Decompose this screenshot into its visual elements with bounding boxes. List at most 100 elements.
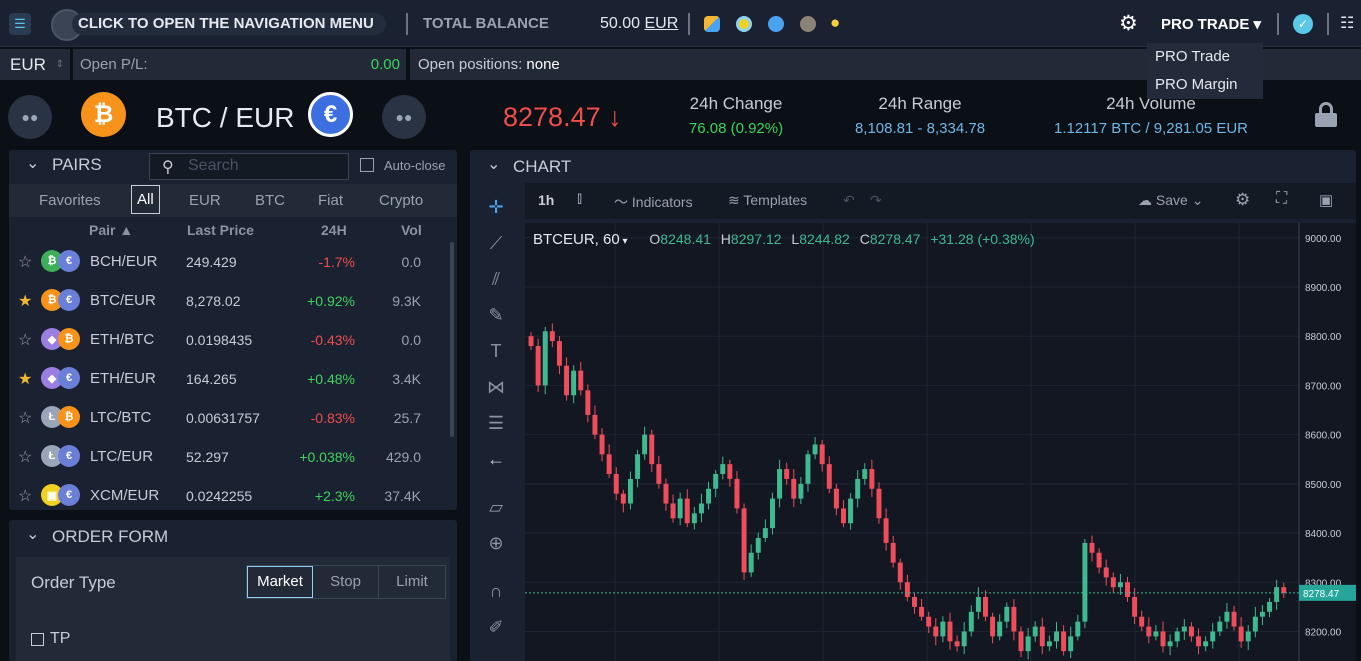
pair-row[interactable]: ★ ◆ € ETH/EUR 164.265 +0.48% 3.4K [9,359,449,398]
pair-row[interactable]: ★ ₿ € BTC/EUR 8,278.02 +0.92% 9.3K [9,281,449,320]
candlestick-chart[interactable]: 9000.00 8900.00 8800.00 8700.00 8600.00 8500.… [525,223,1356,661]
globe-icon[interactable] [768,16,784,32]
order-type-market[interactable]: Market [247,566,313,598]
indicators-button[interactable]: 〜 Indicators [614,192,693,212]
star-icon[interactable]: ☆ [18,486,32,506]
trade-mode-dropdown[interactable]: PRO TRADE ▾ [1161,15,1261,33]
chevron-down-icon[interactable]: ⌄ [26,524,39,544]
crosshair-icon[interactable]: ✛ [484,195,508,219]
pair-row[interactable]: ☆ Ł ₿ LTC/BTC 0.00631757 -0.83% 25.7 [9,398,449,437]
star-icon[interactable]: ☆ [18,252,32,272]
undo-icon[interactable]: ↶ [843,192,855,209]
coin-icon[interactable] [736,16,752,32]
column-pair[interactable]: Pair ▲ [89,222,133,238]
lock-icon[interactable] [1314,102,1338,128]
apps-icon[interactable] [704,16,720,32]
column-24h[interactable]: 24H [321,222,347,238]
candle [734,478,740,509]
symbol-label[interactable]: BTCEUR, 60 [533,231,620,248]
interval-button[interactable]: 1h [538,192,554,208]
candle [1032,626,1038,637]
verified-icon[interactable]: ✓ [1293,14,1313,34]
candle [564,365,570,396]
gear-icon[interactable]: ⚙ [1119,11,1138,36]
fullscreen-icon[interactable]: ⛶ [1276,190,1287,208]
candle-type-icon[interactable]: ⫾ [577,190,582,208]
chart-plot[interactable]: 9000.00 8900.00 8800.00 8700.00 8600.00 8500.… [525,223,1356,661]
order-type-limit[interactable]: Limit [379,566,445,598]
text-icon[interactable]: T [484,339,508,363]
templates-button[interactable]: ≋ Templates [728,192,807,209]
save-button[interactable]: ☁ Save ⌄ [1138,192,1203,209]
menu-icon[interactable]: ☰ [9,13,31,35]
pair-row[interactable]: ☆ Ł € LTC/EUR 52.297 +0.038% 429.0 [9,437,449,476]
zoom-in-icon[interactable]: ⊕ [484,531,508,555]
tab-btc[interactable]: BTC [255,184,285,217]
tab-fiat[interactable]: Fiat [318,184,343,217]
menu-item-pro-trade[interactable]: PRO Trade [1147,43,1263,71]
fib-icon[interactable]: ⫽ [484,267,508,291]
navigation-menu-button[interactable]: CLICK TO OPEN THE NAVIGATION MENU [72,13,386,35]
order-type-stop[interactable]: Stop [313,566,379,598]
star-icon[interactable]: ★ [18,369,32,389]
lightbulb-icon[interactable]: ● [830,13,840,33]
star-icon[interactable]: ☆ [18,408,32,428]
chevron-down-icon[interactable]: ⌄ [487,154,500,174]
redo-icon[interactable]: ↷ [870,192,882,209]
star-icon[interactable]: ☆ [18,330,32,350]
lock-drawing-icon[interactable]: ✐ [484,615,508,639]
pair-name: LTC/EUR [90,448,154,465]
camera-icon[interactable]: ▣ [1319,191,1333,209]
chevron-down-icon[interactable]: ⌄ [26,153,39,173]
candle [649,434,655,465]
autoclose-checkbox[interactable] [360,158,374,172]
indicators-icon: 〜 [614,194,628,210]
tab-eur[interactable]: EUR [189,184,221,217]
people-icon[interactable]: ●● [382,95,426,139]
scrollbar[interactable] [450,242,454,437]
star-icon[interactable]: ☆ [18,447,32,467]
cloud-icon: ☁ [1138,192,1152,208]
balance-display[interactable]: 50.00 EUR [600,15,678,33]
change-24h: +2.3% [314,488,355,504]
token-icon[interactable] [800,16,816,32]
arrow-left-icon[interactable]: ← [484,447,508,471]
tab-all[interactable]: All [131,185,160,214]
candle [1018,631,1024,652]
pattern-icon[interactable]: ⋈ [484,375,508,399]
divider [1327,13,1329,35]
people-icon[interactable]: ●● [8,95,52,139]
order-form-body: Order Type Market Stop Limit TP [16,557,450,661]
candle [833,488,839,509]
pair-row[interactable]: ☆ ◆ ₿ ETH/BTC 0.0198435 -0.43% 0.0 [9,320,449,359]
candle [904,582,910,598]
star-icon[interactable]: ★ [18,291,32,311]
trendline-icon[interactable]: ⟋ [484,231,508,255]
column-last-price[interactable]: Last Price [187,222,254,238]
pair-row[interactable]: ☆ ▣ € XCM/EUR 0.0242255 +2.3% 37.4K [9,476,449,510]
magnet-icon[interactable]: ∩ [484,579,508,603]
candle [961,631,967,647]
tab-crypto[interactable]: Crypto [379,184,423,217]
menu-item-pro-margin[interactable]: PRO Margin [1147,71,1263,99]
candle [968,611,974,632]
search-icon: ⚲ [162,159,174,176]
candle [919,606,925,617]
tp-checkbox[interactable] [31,633,44,646]
top-bar: ☰ CLICK TO OPEN THE NAVIGATION MENU TOTA… [0,0,1361,47]
ruler-icon[interactable]: ▱ [484,495,508,519]
measure-icon[interactable]: ☰ [484,411,508,435]
settings-icon[interactable]: ⚙ [1235,190,1250,210]
tab-favorites[interactable]: Favorites [39,184,101,217]
chat-icon[interactable]: ☷ [1340,13,1354,33]
pair-row[interactable]: ☆ ₿ € BCH/EUR 249.429 -1.7% 0.0 [9,242,449,281]
candle [720,464,726,474]
brush-icon[interactable]: ✎ [484,303,508,327]
candle [1146,626,1152,637]
pair-title[interactable]: BTC / EUR [156,102,294,134]
currency-select[interactable]: EUR ⇕ [0,49,70,80]
search-input[interactable]: ⚲ Search [149,153,349,180]
divider [688,13,690,35]
candle [698,503,704,514]
column-vol[interactable]: Vol [401,222,422,238]
